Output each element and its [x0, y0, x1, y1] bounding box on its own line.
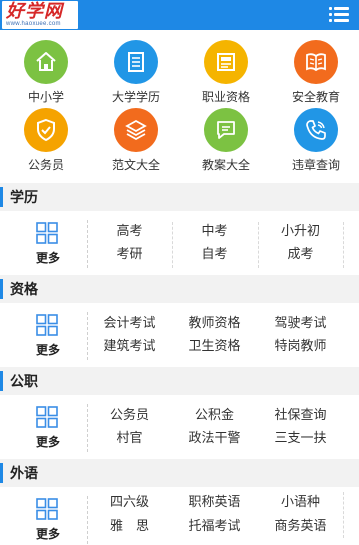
more-button[interactable]: 更多: [28, 222, 68, 270]
certificate-icon: [204, 40, 248, 84]
exam-link[interactable]: 考研: [87, 246, 172, 261]
section-accent-bar: [0, 371, 3, 391]
exam-link[interactable]: 高考: [87, 223, 172, 238]
divider: [343, 492, 344, 538]
category-label: 公务员: [27, 158, 64, 172]
category-label: 大学学历: [111, 90, 160, 104]
section-title: 资格: [10, 281, 38, 297]
category-label: 教案大全: [201, 158, 250, 172]
section-body: 更多 会计考试 教师资格 驾驶考试 建筑考试 卫生资格 特岗教师: [0, 304, 359, 366]
exam-link[interactable]: 小升初: [258, 223, 343, 238]
exam-link[interactable]: 商务英语: [258, 518, 343, 533]
grid-icon: [36, 314, 58, 336]
exam-link[interactable]: 公务员: [87, 407, 172, 422]
section-title: 学历: [10, 189, 38, 205]
list-menu-icon[interactable]: [329, 7, 349, 23]
category-lesson-plans[interactable]: 教案大全: [181, 108, 271, 176]
exam-link[interactable]: 成考: [258, 246, 343, 261]
exam-link[interactable]: 村官: [87, 430, 172, 445]
shield-icon: [24, 108, 68, 152]
section-header: 公职: [0, 367, 359, 395]
logo-text: 好学网: [6, 1, 63, 22]
section-accent-bar: [0, 187, 3, 207]
category-label: 中小学: [27, 90, 64, 104]
exam-link[interactable]: 建筑考试: [87, 338, 172, 353]
section-body: 更多 四六级 职称英语 小语种 雅 思 托福考试 商务英语: [0, 488, 359, 545]
exam-link[interactable]: 教师资格: [172, 315, 257, 330]
exam-link[interactable]: 会计考试: [87, 315, 172, 330]
category-icon-grid: 中小学 大学学历 职业资格 安全教育 公务员 范文大全 教案大全 违章查询: [0, 30, 359, 180]
category-safety[interactable]: 安全教育: [271, 40, 359, 108]
exam-link[interactable]: 三支一扶: [258, 430, 343, 445]
category-civil-servant[interactable]: 公务员: [1, 108, 91, 176]
exam-link[interactable]: 小语种: [258, 494, 343, 509]
category-traffic-violation[interactable]: 违章查询: [271, 108, 359, 176]
building-icon: [114, 40, 158, 84]
category-vocational[interactable]: 职业资格: [181, 40, 271, 108]
divider: [343, 222, 344, 268]
exam-link[interactable]: 中考: [172, 223, 257, 238]
grid-icon: [36, 222, 58, 244]
site-logo[interactable]: 好学网 www.haoxuee.com: [2, 1, 78, 29]
section-title: 外语: [10, 465, 38, 481]
exam-link[interactable]: 特岗教师: [258, 338, 343, 353]
exam-link[interactable]: 政法干警: [172, 430, 257, 445]
exam-link[interactable]: 职称英语: [172, 494, 257, 509]
category-label: 职业资格: [201, 90, 250, 104]
more-label: 更多: [35, 527, 60, 541]
message-icon: [204, 108, 248, 152]
exam-link[interactable]: 自考: [172, 246, 257, 261]
section-header: 学历: [0, 183, 359, 211]
section-header: 资格: [0, 275, 359, 303]
section-header: 外语: [0, 459, 359, 487]
section-body: 更多 公务员 公积金 社保查询 村官 政法干警 三支一扶: [0, 396, 359, 458]
section-accent-bar: [0, 463, 3, 483]
exam-link[interactable]: 社保查询: [258, 407, 343, 422]
exam-link[interactable]: 托福考试: [172, 518, 257, 533]
more-button[interactable]: 更多: [28, 406, 68, 454]
exam-link[interactable]: 卫生资格: [172, 338, 257, 353]
more-label: 更多: [35, 251, 60, 265]
more-button[interactable]: 更多: [28, 314, 68, 362]
book-icon: [294, 40, 338, 84]
more-button[interactable]: 更多: [28, 498, 68, 545]
phone-icon: [294, 108, 338, 152]
exam-link[interactable]: 驾驶考试: [258, 315, 343, 330]
divider: [258, 222, 259, 268]
category-label: 违章查询: [291, 158, 340, 172]
logo-subtext: www.haoxuee.com: [6, 21, 61, 27]
category-primary-school[interactable]: 中小学: [1, 40, 91, 108]
divider: [172, 222, 173, 268]
section-accent-bar: [0, 279, 3, 299]
layers-icon: [114, 108, 158, 152]
category-label: 安全教育: [291, 90, 340, 104]
grid-icon: [36, 498, 58, 520]
home-icon: [24, 40, 68, 84]
exam-link[interactable]: 四六级: [87, 494, 172, 509]
more-label: 更多: [35, 435, 60, 449]
section-title: 公职: [10, 373, 38, 389]
category-essays[interactable]: 范文大全: [91, 108, 181, 176]
more-label: 更多: [35, 343, 60, 357]
exam-link[interactable]: 雅 思: [87, 518, 172, 533]
category-label: 范文大全: [111, 158, 160, 172]
grid-icon: [36, 406, 58, 428]
section-body: 更多 高考 中考 小升初 考研 自考 成考: [0, 212, 359, 274]
category-university[interactable]: 大学学历: [91, 40, 181, 108]
exam-link[interactable]: 公积金: [172, 407, 257, 422]
top-header: 好学网 www.haoxuee.com: [0, 0, 359, 30]
